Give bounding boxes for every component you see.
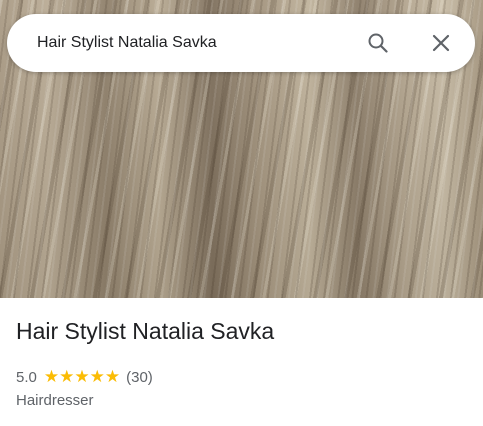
review-count[interactable]: (30) — [126, 369, 153, 386]
star-icon: ★ — [74, 367, 90, 386]
search-box[interactable]: Hair Stylist Natalia Savka — [7, 14, 475, 72]
rating-row[interactable]: 5.0 ★ ★ ★ ★ ★ (30) — [16, 367, 153, 387]
search-button[interactable] — [364, 29, 392, 57]
close-icon — [432, 34, 450, 52]
star-icon: ★ — [43, 367, 60, 386]
star-icon: ★ — [59, 367, 75, 386]
star-icon: ★ — [89, 367, 105, 386]
rating-value: 5.0 — [16, 368, 37, 386]
star-rating: ★ ★ ★ ★ ★ — [44, 367, 120, 387]
place-category[interactable]: Hairdresser — [16, 392, 94, 409]
search-input[interactable]: Hair Stylist Natalia Savka — [37, 14, 217, 72]
place-title: Hair Stylist Natalia Savka — [16, 318, 275, 344]
search-icon — [368, 33, 388, 53]
clear-search-button[interactable] — [427, 29, 455, 57]
star-icon: ★ — [104, 367, 121, 386]
